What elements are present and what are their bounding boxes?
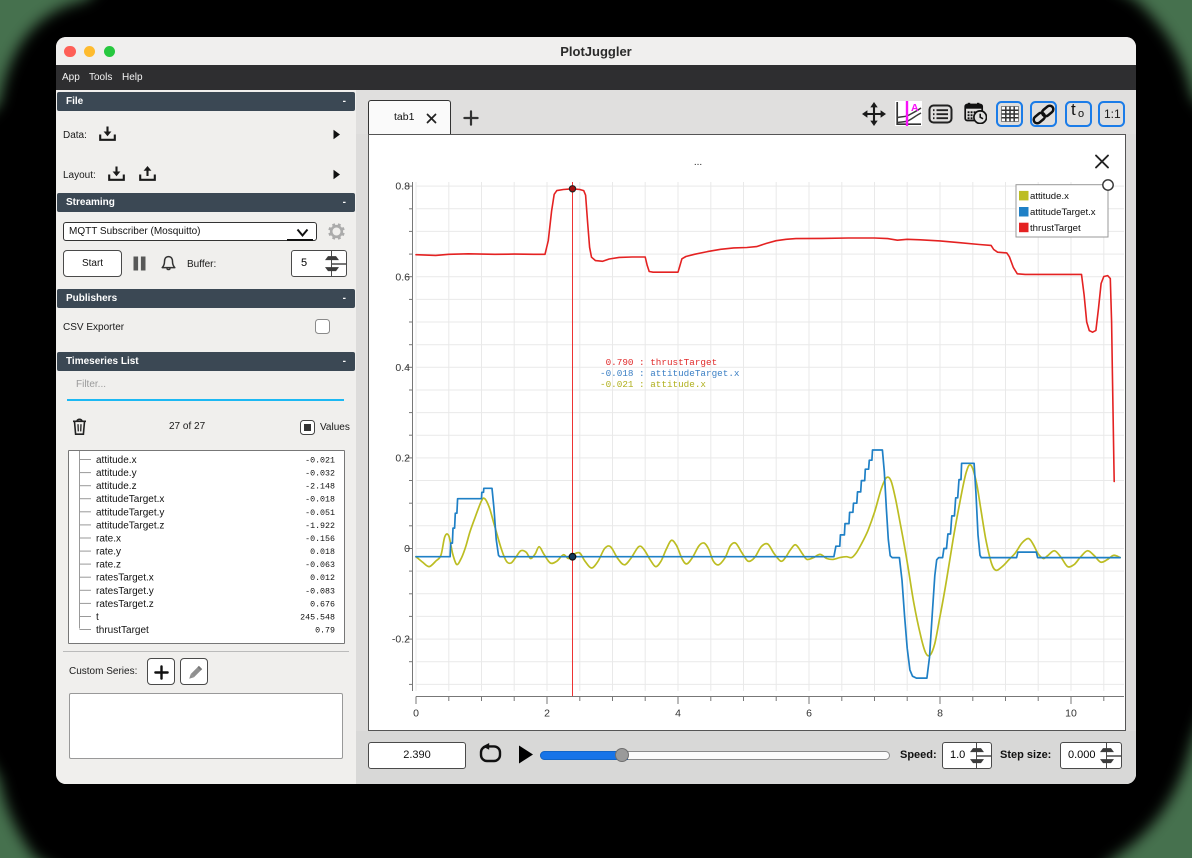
svg-text:rate.z: rate.z	[96, 560, 121, 571]
svg-text:10: 10	[1065, 708, 1077, 720]
svg-text:ratesTarget.x: ratesTarget.x	[96, 573, 154, 584]
svg-text:-0.063: -0.063	[305, 561, 335, 570]
svg-text:ratesTarget.y: ratesTarget.y	[96, 586, 154, 597]
svg-text:0.4: 0.4	[395, 362, 410, 374]
svg-text:0.6: 0.6	[395, 271, 410, 283]
svg-text:...: ...	[694, 157, 702, 168]
svg-text:rate.x: rate.x	[96, 534, 121, 545]
svg-text:attitudeTarget.y: attitudeTarget.y	[96, 507, 164, 518]
svg-text:-0.2: -0.2	[392, 634, 410, 646]
svg-text:rate.y: rate.y	[96, 547, 121, 558]
svg-text:thrustTarget: thrustTarget	[96, 625, 149, 636]
svg-text:0.012: 0.012	[310, 574, 335, 583]
svg-text:0.018: 0.018	[310, 548, 335, 557]
svg-text:attitude.x: attitude.x	[96, 455, 137, 466]
svg-text:attitude.z: attitude.z	[96, 481, 137, 492]
svg-text:0.79: 0.79	[315, 627, 335, 636]
svg-text:-0.083: -0.083	[305, 587, 335, 596]
svg-text:A: A	[911, 102, 919, 114]
svg-text:-0.021 : attitude.x: -0.021 : attitude.x	[600, 379, 706, 390]
svg-text:attitudeTarget.x: attitudeTarget.x	[96, 494, 164, 505]
svg-text:0.790 : thrustTarget: 0.790 : thrustTarget	[600, 357, 717, 368]
svg-text:0.8: 0.8	[395, 181, 410, 193]
svg-text:thrustTarget: thrustTarget	[1030, 223, 1081, 234]
svg-text:6: 6	[806, 708, 812, 720]
svg-text:-0.018: -0.018	[305, 496, 335, 505]
svg-text:t: t	[96, 612, 99, 623]
svg-text:ratesTarget.z: ratesTarget.z	[96, 599, 154, 610]
svg-text:-0.021: -0.021	[305, 457, 335, 466]
svg-text:-0.032: -0.032	[305, 470, 335, 479]
svg-text:245.548: 245.548	[300, 614, 335, 623]
svg-text:0: 0	[413, 708, 419, 720]
svg-text:attitude.y: attitude.y	[96, 468, 137, 479]
svg-text:8: 8	[937, 708, 943, 720]
svg-text:0: 0	[404, 543, 410, 555]
svg-text:-1.922: -1.922	[305, 522, 335, 531]
svg-text:0.2: 0.2	[395, 453, 410, 465]
svg-text:0.676: 0.676	[310, 600, 335, 609]
svg-text:attitudeTarget.z: attitudeTarget.z	[96, 520, 164, 531]
svg-text:-0.156: -0.156	[305, 535, 335, 544]
svg-text:-0.051: -0.051	[305, 509, 335, 518]
svg-text:attitude.x: attitude.x	[1030, 191, 1069, 202]
svg-text:-0.018 : attitudeTarget.x: -0.018 : attitudeTarget.x	[600, 368, 740, 379]
svg-text:2: 2	[544, 708, 550, 720]
svg-text:attitudeTarget.x: attitudeTarget.x	[1030, 207, 1096, 218]
svg-text:4: 4	[675, 708, 681, 720]
svg-text:-2.148: -2.148	[305, 483, 335, 492]
